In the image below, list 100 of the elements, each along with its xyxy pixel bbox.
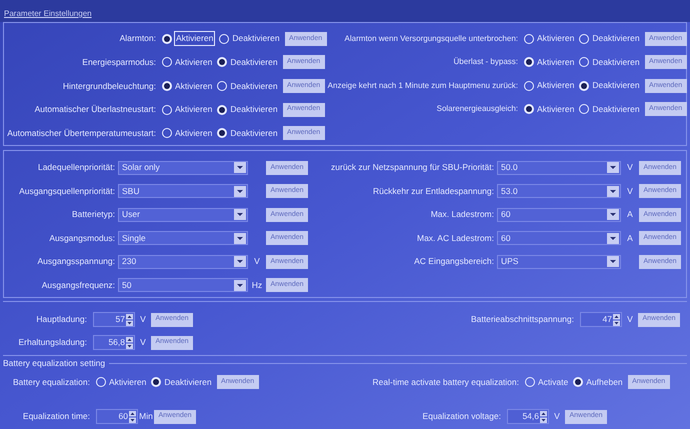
unit-label: A <box>626 208 634 222</box>
radio-button[interactable] <box>579 34 590 44</box>
field-label: Ausgangsquellenpriorität: <box>18 184 116 198</box>
radio-label[interactable]: Deaktivieren <box>592 102 640 116</box>
radio-label[interactable]: Deaktivieren <box>230 56 278 69</box>
radio-label[interactable]: Aktivieren <box>175 32 214 46</box>
radio-label[interactable]: Deaktivieren <box>232 32 280 46</box>
dropdown-field[interactable]: 60 <box>497 208 621 222</box>
field-label: Anzeige kehrt nach 1 Minute zum Hauptmenu zurück: <box>326 80 519 92</box>
radio-button[interactable] <box>525 377 535 387</box>
field-label: Batterieabschnittspannung: <box>470 313 575 326</box>
radio-button[interactable] <box>579 104 590 114</box>
spinner-arrows-icon[interactable] <box>126 336 133 348</box>
spinner-arrows-icon[interactable] <box>613 314 620 326</box>
radio-label[interactable]: Aktivieren <box>537 56 574 69</box>
unit-label: V <box>626 313 634 326</box>
unit-label: V <box>139 313 147 326</box>
field-label: Alarmton: <box>118 32 157 46</box>
radio-button[interactable] <box>96 377 106 387</box>
unit-label: Hz <box>250 278 264 292</box>
unit-label: V <box>139 336 147 349</box>
radio-button[interactable] <box>524 104 534 114</box>
field-label: Hintergrundbeleuchtung: <box>62 80 157 92</box>
dropdown-field[interactable]: SBU <box>118 184 248 198</box>
field-label: Hauptladung: <box>35 313 88 326</box>
radio-label[interactable]: Aktivieren <box>175 56 212 69</box>
field-label: Max. Ladestrom: <box>430 208 495 222</box>
radio-label[interactable]: Deaktivieren <box>230 80 278 92</box>
number-field[interactable]: 54,6 <box>507 409 549 424</box>
number-field[interactable]: 47 <box>580 312 622 327</box>
radio-button[interactable] <box>162 80 172 91</box>
radio-button[interactable] <box>162 57 172 68</box>
radio-label[interactable]: Aktivieren <box>537 102 574 116</box>
radio-button[interactable] <box>579 57 590 68</box>
dropdown-field[interactable]: 230 <box>118 254 248 269</box>
field-label: Equalization voltage: <box>422 410 502 423</box>
radio-label[interactable]: Deaktivieren <box>164 376 212 388</box>
unit-label: V <box>626 161 634 174</box>
radio-button[interactable] <box>579 80 590 91</box>
radio-label[interactable]: Aktivieren <box>109 376 146 388</box>
field-label: Erhaltungsladung: <box>17 336 88 349</box>
field-label: AC Eingangsbereich: <box>413 255 495 268</box>
unit-label: V <box>253 255 261 268</box>
field-label: Real-time activate battery equalization: <box>372 376 520 388</box>
radio-button[interactable] <box>219 34 230 44</box>
field-label: Max. AC Ladestrom: <box>416 232 495 245</box>
radio-button[interactable] <box>162 34 172 44</box>
radio-label[interactable]: Aktivieren <box>175 80 212 92</box>
dropdown-field[interactable]: Solar only <box>118 160 248 175</box>
radio-label[interactable]: Deaktivieren <box>592 32 640 46</box>
unit-label: V <box>553 410 561 423</box>
dropdown-field[interactable]: 60 <box>497 231 621 246</box>
panel-title: Parameter Einstellungen <box>4 8 92 20</box>
spinner-arrows-icon[interactable] <box>129 410 136 422</box>
radio-button[interactable] <box>217 57 228 68</box>
dropdown-field[interactable]: 50 <box>118 278 248 292</box>
radio-button[interactable] <box>524 34 534 44</box>
field-label: Solarenergieausgleich: <box>436 103 519 116</box>
field-label: Automatischer Überlastneustart: <box>34 103 157 116</box>
radio-button[interactable] <box>217 104 228 115</box>
radio-button[interactable] <box>217 128 228 138</box>
number-field[interactable]: 56,8 <box>93 335 135 350</box>
field-label: Alarmton wenn Versorgungsquelle unterbrochen: <box>344 32 519 45</box>
field-label: Energiesparmodus: <box>81 56 157 69</box>
field-label: Automatischer Übertemperatumeustart: <box>6 126 157 140</box>
dropdown-field[interactable]: User <box>118 208 248 222</box>
group-title: Battery equalization setting <box>3 356 106 370</box>
dropdown-field[interactable]: UPS <box>497 254 621 269</box>
unit-label: Min <box>138 410 154 423</box>
spinner-arrows-icon[interactable] <box>126 314 133 326</box>
radio-button[interactable] <box>162 104 172 115</box>
dropdown-field[interactable]: 50.0 <box>497 160 621 175</box>
radio-button[interactable] <box>524 80 534 91</box>
dropdown-field[interactable]: Single <box>118 231 248 246</box>
radio-button[interactable] <box>573 377 584 387</box>
field-label: Ladequellenpriorität: <box>36 161 116 174</box>
dropdown-field[interactable]: 53.0 <box>497 184 621 198</box>
radio-label[interactable]: Aufheben <box>586 376 623 388</box>
field-label: Rückkehr zur Entladespannung: <box>372 184 495 198</box>
unit-label: A <box>626 232 634 245</box>
radio-button[interactable] <box>162 128 172 138</box>
field-label: Battery equalization: <box>12 376 91 388</box>
radio-label[interactable]: Aktivieren <box>537 32 574 46</box>
field-label: Ausgangsfrequenz: <box>40 278 116 292</box>
radio-label[interactable]: Aktivieren <box>175 103 212 116</box>
radio-label[interactable]: Deaktivieren <box>592 79 640 92</box>
field-label: Ausgangsspannung: <box>36 255 116 268</box>
radio-button[interactable] <box>524 57 534 68</box>
number-field[interactable]: 57 <box>93 312 135 327</box>
radio-button[interactable] <box>217 80 228 91</box>
number-field[interactable]: 60 <box>96 409 138 424</box>
radio-label[interactable]: Deaktivieren <box>230 126 278 140</box>
radio-label[interactable]: Deaktivieren <box>230 103 278 116</box>
field-label: Equalization time: <box>22 410 91 423</box>
spinner-arrows-icon[interactable] <box>540 410 547 422</box>
radio-button[interactable] <box>151 377 162 387</box>
radio-label[interactable]: Activate <box>538 376 568 388</box>
radio-label[interactable]: Deaktivieren <box>592 56 640 69</box>
radio-label[interactable]: Aktivieren <box>537 79 574 92</box>
radio-label[interactable]: Aktivieren <box>175 126 212 140</box>
